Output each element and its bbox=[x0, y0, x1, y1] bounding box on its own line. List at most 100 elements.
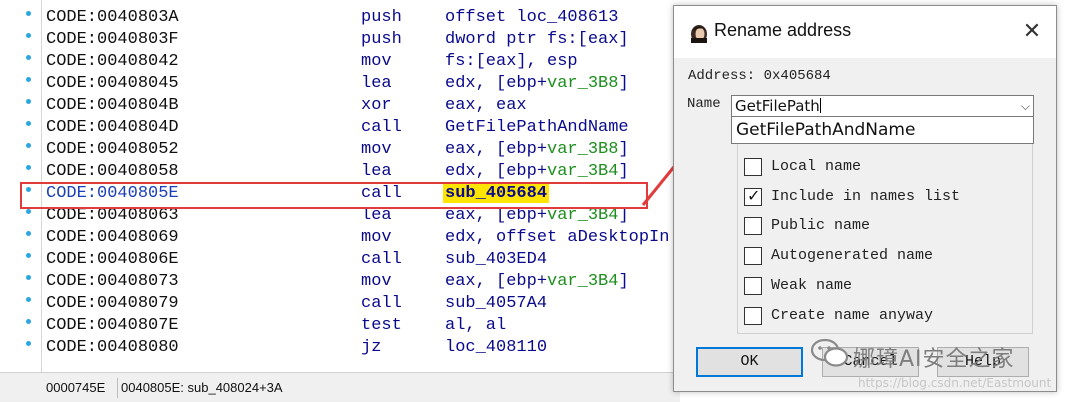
row-mnemonic[interactable]: call bbox=[361, 293, 402, 315]
breakpoint-dot[interactable] bbox=[26, 143, 31, 148]
checkbox[interactable] bbox=[744, 158, 762, 176]
row-operands[interactable]: sub_4057A4 bbox=[445, 293, 547, 315]
breakpoint-dot[interactable] bbox=[26, 165, 31, 170]
row-operands[interactable]: fs:[eax], esp bbox=[445, 51, 578, 73]
row-operands[interactable]: edx, offset aDesktopIn bbox=[445, 227, 669, 249]
breakpoint-dot[interactable] bbox=[26, 11, 31, 16]
breakpoint-dot[interactable] bbox=[26, 77, 31, 82]
listing-row[interactable]: CODE:0040803F push dword ptr fs:[eax] bbox=[46, 29, 686, 51]
row-mnemonic[interactable]: lea bbox=[361, 161, 392, 183]
row-address[interactable]: CODE:00408045 bbox=[46, 73, 179, 95]
row-mnemonic[interactable]: call bbox=[361, 117, 402, 139]
option-checkbox-row[interactable]: ✓ Include in names list bbox=[744, 186, 984, 209]
row-address[interactable]: CODE:0040804B bbox=[46, 95, 179, 117]
row-operands[interactable]: loc_408110 bbox=[445, 337, 547, 359]
dialog-titlebar[interactable]: Rename address ✕ bbox=[674, 6, 1056, 58]
option-checkbox-row[interactable]: Autogenerated name bbox=[744, 246, 984, 268]
row-mnemonic[interactable]: call bbox=[361, 249, 402, 271]
row-mnemonic[interactable]: jz bbox=[361, 337, 381, 359]
breakpoint-dot[interactable] bbox=[26, 297, 31, 302]
option-checkbox-row[interactable]: Public name bbox=[744, 216, 984, 238]
breakpoint-dot[interactable] bbox=[26, 55, 31, 60]
row-operands[interactable]: offset loc_408613 bbox=[445, 7, 618, 29]
row-mnemonic[interactable]: mov bbox=[361, 227, 392, 249]
row-mnemonic[interactable]: mov bbox=[361, 271, 392, 293]
row-address[interactable]: CODE:00408058 bbox=[46, 161, 179, 183]
stack-variable[interactable]: var_3B8 bbox=[547, 74, 618, 93]
listing-row[interactable]: CODE:0040804D call GetFilePathAndName bbox=[46, 117, 686, 139]
listing-row[interactable]: CODE:00408079 call sub_4057A4 bbox=[46, 293, 686, 315]
listing-row[interactable]: CODE:00408045 lea edx, [ebp+var_3B8] bbox=[46, 73, 686, 95]
breakpoint-dot[interactable] bbox=[26, 33, 31, 38]
row-mnemonic[interactable]: push bbox=[361, 7, 402, 29]
operand-text: eax, [ebp+ bbox=[445, 140, 548, 159]
breakpoint-dot[interactable] bbox=[26, 275, 31, 280]
listing-row[interactable]: CODE:0040803A push offset loc_408613 bbox=[46, 7, 686, 29]
breakpoint-dot[interactable] bbox=[26, 121, 31, 126]
row-operands[interactable]: edx, [ebp+var_3B4] bbox=[445, 161, 629, 183]
checkbox[interactable] bbox=[744, 276, 762, 295]
stack-variable[interactable]: var_3B8 bbox=[547, 140, 618, 159]
listing-row[interactable]: CODE:0040804B xor eax, eax bbox=[46, 95, 686, 117]
stack-variable[interactable]: var_3B4 bbox=[547, 162, 618, 181]
option-checkbox-row[interactable]: Weak name bbox=[744, 276, 984, 298]
listing-row[interactable]: CODE:00408069 mov edx, offset aDesktopIn bbox=[46, 227, 686, 249]
breakpoint-dot[interactable] bbox=[26, 319, 31, 324]
row-address[interactable]: CODE:0040804D bbox=[46, 117, 179, 139]
listing-row[interactable]: CODE:00408080 jz loc_408110 bbox=[46, 337, 686, 359]
ok-button[interactable]: OK bbox=[696, 347, 803, 377]
row-mnemonic[interactable]: xor bbox=[361, 95, 392, 117]
operand-text: ] bbox=[618, 162, 629, 181]
row-address[interactable]: CODE:00408073 bbox=[46, 271, 179, 293]
listing-row[interactable]: CODE:00408073 mov eax, [ebp+var_3B4] bbox=[46, 271, 686, 293]
operand-text: ] bbox=[618, 272, 629, 291]
row-mnemonic[interactable]: mov bbox=[361, 51, 392, 73]
row-operands[interactable]: sub_403ED4 bbox=[445, 249, 547, 271]
status-bar: 0000745E 0040805E: sub_408024+3A bbox=[0, 372, 680, 402]
chevron-down-icon[interactable]: ⌵ bbox=[1021, 96, 1030, 116]
close-icon[interactable]: ✕ bbox=[1017, 18, 1047, 46]
breakpoint-dot[interactable] bbox=[26, 253, 31, 258]
row-address[interactable]: CODE:00408042 bbox=[46, 51, 179, 73]
name-input[interactable]: GetFilePath ⌵ bbox=[731, 95, 1034, 117]
breakpoint-dot[interactable] bbox=[26, 341, 31, 346]
row-operands[interactable]: dword ptr fs:[eax] bbox=[445, 29, 629, 51]
listing-row[interactable]: CODE:00408058 lea edx, [ebp+var_3B4] bbox=[46, 161, 686, 183]
row-address[interactable]: CODE:0040803A bbox=[46, 7, 179, 29]
checkbox[interactable] bbox=[744, 247, 762, 266]
row-address[interactable]: CODE:00408069 bbox=[46, 227, 179, 249]
breakpoint-dot[interactable] bbox=[26, 231, 31, 236]
row-address[interactable]: CODE:00408080 bbox=[46, 337, 179, 359]
row-mnemonic[interactable]: push bbox=[361, 29, 402, 51]
checkbox[interactable]: ✓ bbox=[744, 186, 762, 206]
row-operands[interactable]: eax, [ebp+var_3B8] bbox=[445, 139, 629, 161]
row-operands[interactable]: al, al bbox=[445, 315, 506, 337]
disassembly-listing[interactable]: CODE:0040803A push offset loc_408613 CODE:0… bbox=[0, 0, 680, 372]
option-checkbox-row[interactable]: Local name bbox=[744, 157, 984, 179]
row-mnemonic[interactable]: lea bbox=[361, 73, 392, 95]
row-address[interactable]: CODE:0040807E bbox=[46, 315, 179, 337]
breakpoint-dot[interactable] bbox=[26, 209, 31, 214]
checkbox[interactable] bbox=[744, 217, 762, 236]
row-operands[interactable]: eax, [ebp+var_3B4] bbox=[445, 271, 629, 293]
listing-row[interactable]: CODE:00408042 mov fs:[eax], esp bbox=[46, 51, 686, 73]
option-checkbox-row[interactable]: Create name anyway bbox=[744, 306, 984, 328]
row-operands[interactable]: edx, [ebp+var_3B8] bbox=[445, 73, 629, 95]
stack-variable[interactable]: var_3B4 bbox=[547, 272, 618, 291]
row-operands[interactable]: GetFilePathAndName bbox=[445, 117, 629, 139]
row-mnemonic[interactable]: test bbox=[361, 315, 402, 337]
row-mnemonic[interactable]: mov bbox=[361, 139, 392, 161]
row-address[interactable]: CODE:00408052 bbox=[46, 139, 179, 161]
row-address[interactable]: CODE:00408079 bbox=[46, 293, 179, 315]
listing-row[interactable]: CODE:0040806E call sub_403ED4 bbox=[46, 249, 686, 271]
checkbox[interactable] bbox=[744, 306, 762, 325]
row-operands[interactable]: eax, eax bbox=[445, 95, 527, 117]
watermark-text: 娜璋AI安全之家 bbox=[853, 347, 1015, 372]
breakpoint-dot[interactable] bbox=[26, 99, 31, 104]
row-address[interactable]: CODE:0040806E bbox=[46, 249, 179, 271]
row-address[interactable]: CODE:0040803F bbox=[46, 29, 179, 51]
listing-row[interactable]: CODE:0040807E test al, al bbox=[46, 315, 686, 337]
autocomplete-suggestion[interactable]: GetFilePathAndName bbox=[731, 116, 1034, 144]
listing-row[interactable]: CODE:00408052 mov eax, [ebp+var_3B8] bbox=[46, 139, 686, 161]
rename-address-dialog: Rename address ✕ Address: 0x405684 Name … bbox=[673, 5, 1057, 392]
